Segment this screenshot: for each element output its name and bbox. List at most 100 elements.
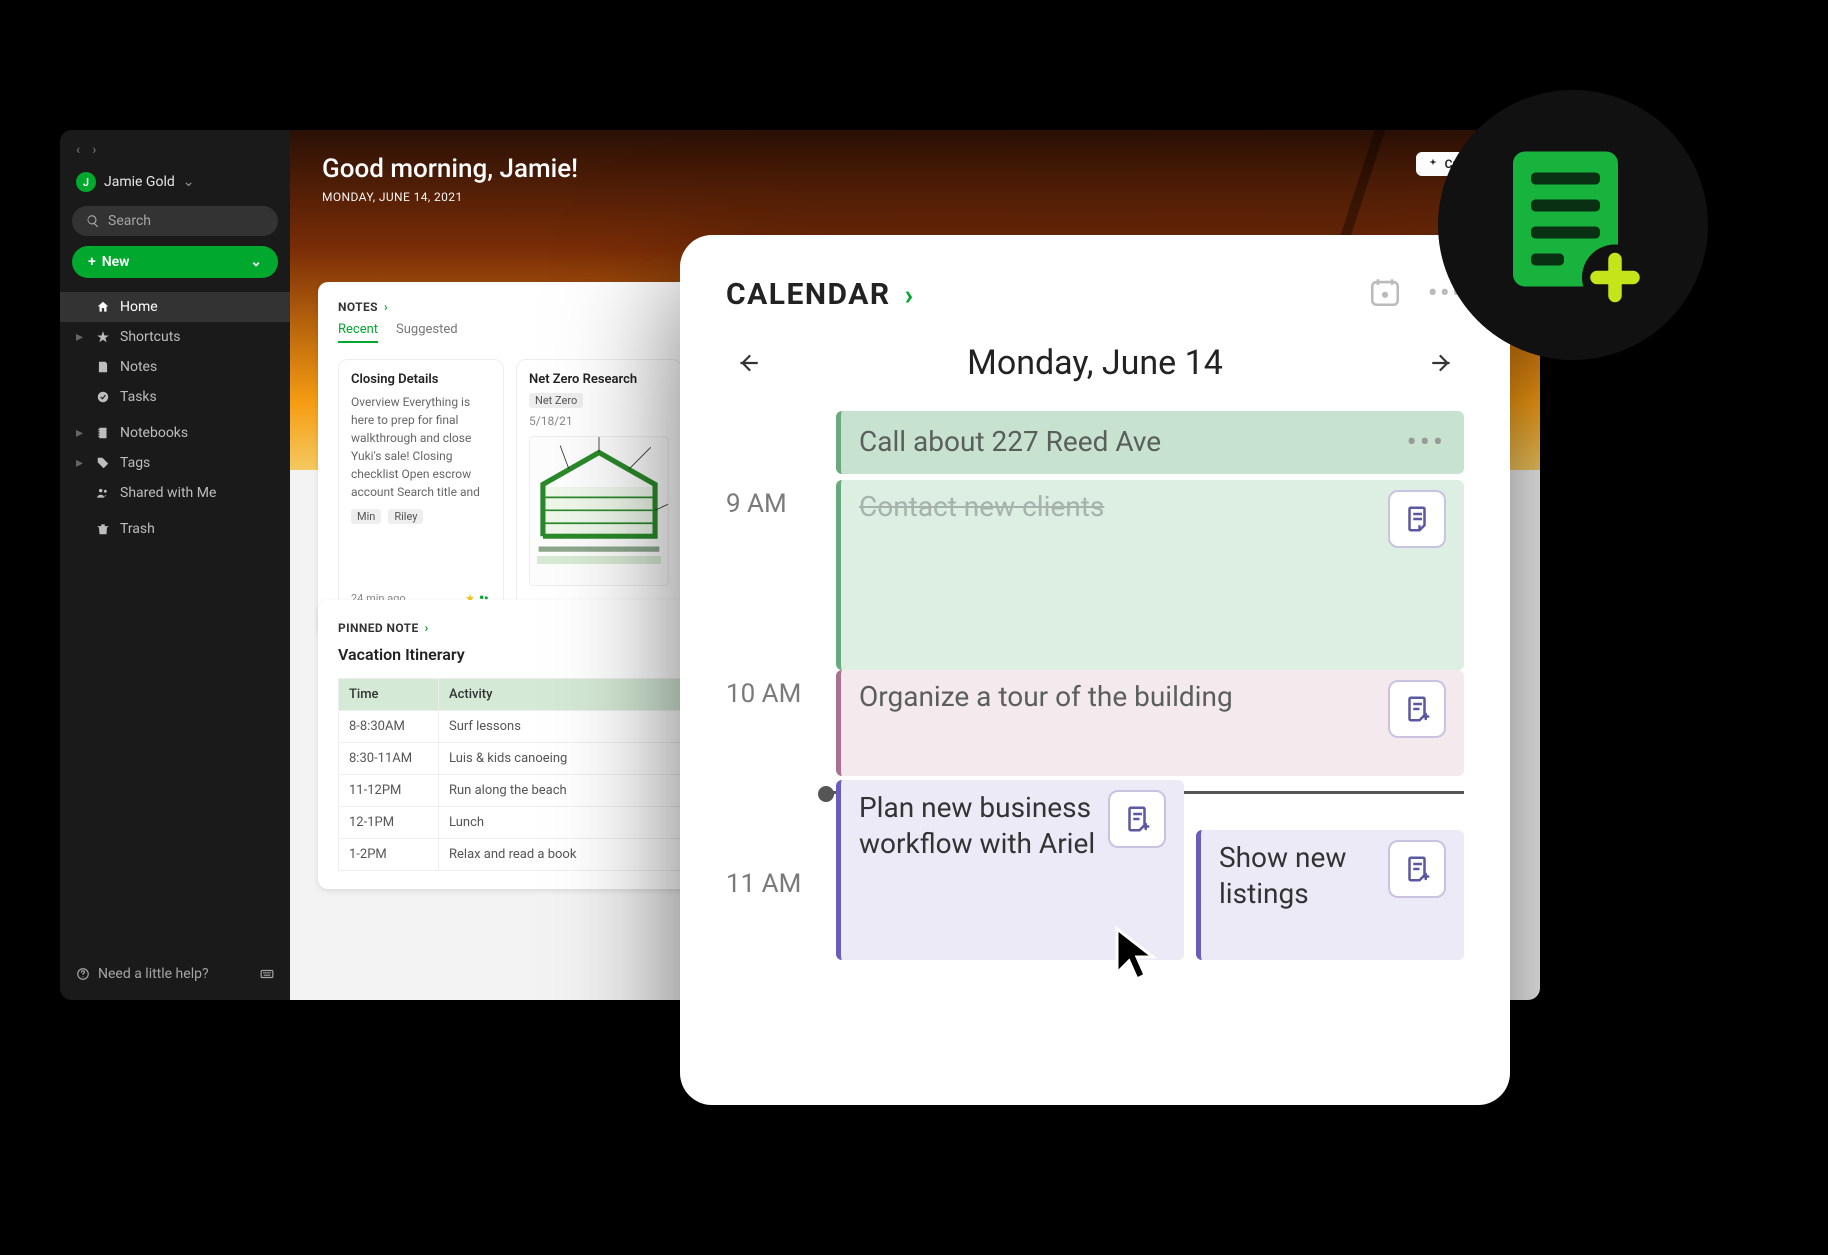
event-title: Plan new business workflow with Ariel xyxy=(859,790,1108,863)
note-plus-icon xyxy=(1498,140,1648,310)
calendar-title-link[interactable]: CALENDAR › xyxy=(726,277,913,312)
sidebar-item-notebooks[interactable]: ▸ Notebooks xyxy=(60,418,290,448)
chevron-down-icon: ⌄ xyxy=(250,254,262,270)
open-note-button[interactable] xyxy=(1388,490,1446,548)
next-day-button[interactable] xyxy=(1420,341,1464,385)
note-tag[interactable]: Net Zero xyxy=(529,393,583,408)
table-row: 1-2PMRelax and read a book xyxy=(339,839,734,871)
plus-icon: + xyxy=(88,254,96,270)
sidebar-item-label: Notes xyxy=(120,359,157,375)
check-circle-icon xyxy=(96,390,110,404)
panel-title-label: PINNED NOTE xyxy=(338,621,419,635)
keyboard-icon[interactable] xyxy=(260,966,274,982)
star-icon xyxy=(96,330,110,344)
help-label: Need a little help? xyxy=(98,966,209,982)
itinerary-table: Time Activity 8-8:30AMSurf lessons 8:30-… xyxy=(338,678,734,871)
chevron-right-icon: › xyxy=(905,278,913,311)
sidebar-item-home[interactable]: Home xyxy=(60,292,290,322)
help-link[interactable]: Need a little help? xyxy=(76,966,209,982)
search-input[interactable]: Search xyxy=(72,206,278,236)
chevron-right-icon: › xyxy=(384,300,388,314)
greeting-text: Good morning, Jamie! xyxy=(322,154,1508,184)
table-row: 8-8:30AMSurf lessons xyxy=(339,711,734,743)
table-cell: 11-12PM xyxy=(339,775,439,807)
note-tag[interactable]: Min xyxy=(351,509,381,524)
calendar-widget: CALENDAR › ••• Monday, June 14 9 AM xyxy=(680,235,1510,1105)
calendar-date: Monday, June 14 xyxy=(770,343,1420,383)
table-row: 11-12PMRun along the beach xyxy=(339,775,734,807)
tab-recent[interactable]: Recent xyxy=(338,322,378,343)
sidebar-item-tasks[interactable]: Tasks xyxy=(60,382,290,412)
table-cell: 12-1PM xyxy=(339,807,439,839)
sidebar-item-shared[interactable]: Shared with Me xyxy=(60,478,290,508)
table-cell: 1-2PM xyxy=(339,839,439,871)
new-button-label: New xyxy=(102,254,130,270)
note-thumbnail xyxy=(529,436,669,586)
sidebar-item-label: Shortcuts xyxy=(120,329,181,345)
help-icon xyxy=(76,967,90,981)
sidebar-item-label: Notebooks xyxy=(120,425,188,441)
calendar-event-allday[interactable]: Call about 227 Reed Ave ••• xyxy=(836,411,1464,474)
sidebar-item-notes[interactable]: Notes xyxy=(60,352,290,382)
calendar-title: CALENDAR xyxy=(726,277,891,312)
note-card[interactable]: Net Zero Research Net Zero 5/18/21 xyxy=(516,359,682,619)
nav-forward-button[interactable]: › xyxy=(92,142,96,158)
tab-suggested[interactable]: Suggested xyxy=(396,322,458,343)
event-menu-button[interactable]: ••• xyxy=(1407,425,1446,460)
add-note-button[interactable] xyxy=(1108,790,1166,848)
trash-icon xyxy=(96,522,110,536)
sidebar-item-label: Tasks xyxy=(120,389,157,405)
sidebar-item-tags[interactable]: ▸ Tags xyxy=(60,448,290,478)
calendar-event[interactable]: Contact new clients xyxy=(836,480,1464,670)
calendar-icon[interactable] xyxy=(1368,275,1402,313)
events-column: Call about 227 Reed Ave ••• Contact new … xyxy=(836,411,1464,1055)
note-card[interactable]: Closing Details Overview Everything is h… xyxy=(338,359,504,619)
chevron-right-icon: › xyxy=(425,621,429,635)
notes-panel-header[interactable]: NOTES › xyxy=(338,300,734,314)
time-label: 11 AM xyxy=(726,865,836,1055)
search-icon xyxy=(86,214,100,228)
sidebar-item-label: Trash xyxy=(120,521,155,537)
sparkle-icon xyxy=(1426,157,1440,171)
calendar-event[interactable]: Plan new business workflow with Ariel xyxy=(836,780,1184,960)
pinned-panel-header[interactable]: PINNED NOTE › xyxy=(338,621,429,635)
time-label: 9 AM xyxy=(726,485,836,675)
note-excerpt: Overview Everything is here to prep for … xyxy=(351,393,491,501)
notebook-icon xyxy=(96,426,110,440)
note-icon xyxy=(96,360,110,374)
sidebar-item-trash[interactable]: Trash xyxy=(60,514,290,544)
add-note-button[interactable] xyxy=(1388,680,1446,738)
sidebar-item-label: Home xyxy=(120,299,158,315)
table-row: 12-1PMLunch xyxy=(339,807,734,839)
time-label: 10 AM xyxy=(726,675,836,865)
panel-title-label: NOTES xyxy=(338,300,378,314)
search-placeholder: Search xyxy=(108,213,151,229)
user-menu[interactable]: J Jamie Gold ⌄ xyxy=(60,162,290,202)
nav-history: ‹ › xyxy=(60,130,290,162)
new-note-badge xyxy=(1438,90,1708,360)
note-tag[interactable]: Riley xyxy=(388,509,423,524)
event-title: Contact new clients xyxy=(859,490,1116,523)
hero-date: MONDAY, JUNE 14, 2021 xyxy=(322,190,1508,204)
note-title: Closing Details xyxy=(351,372,491,387)
time-gutter: 9 AM 10 AM 11 AM xyxy=(726,411,836,1055)
sidebar-item-shortcuts[interactable]: ▸ Shortcuts xyxy=(60,322,290,352)
avatar: J xyxy=(76,172,96,192)
new-button[interactable]: + New ⌄ xyxy=(72,246,278,278)
sidebar-item-label: Tags xyxy=(120,455,150,471)
chevron-down-icon: ⌄ xyxy=(183,174,195,190)
prev-day-button[interactable] xyxy=(726,341,770,385)
table-cell: 8:30-11AM xyxy=(339,743,439,775)
note-title: Net Zero Research xyxy=(529,372,669,387)
add-note-button[interactable] xyxy=(1388,840,1446,898)
nav-back-button[interactable]: ‹ xyxy=(76,142,80,158)
note-date: 5/18/21 xyxy=(529,414,669,428)
calendar-event[interactable]: Show new listings xyxy=(1196,830,1464,960)
tag-icon xyxy=(96,456,110,470)
calendar-event[interactable]: Organize a tour of the building xyxy=(836,670,1464,776)
table-row: 8:30-11AMLuis & kids canoeing xyxy=(339,743,734,775)
sidebar-item-label: Shared with Me xyxy=(120,485,216,501)
event-title: Organize a tour of the building xyxy=(859,680,1245,713)
table-header: Time xyxy=(339,679,439,711)
event-title: Call about 227 Reed Ave xyxy=(859,425,1173,458)
